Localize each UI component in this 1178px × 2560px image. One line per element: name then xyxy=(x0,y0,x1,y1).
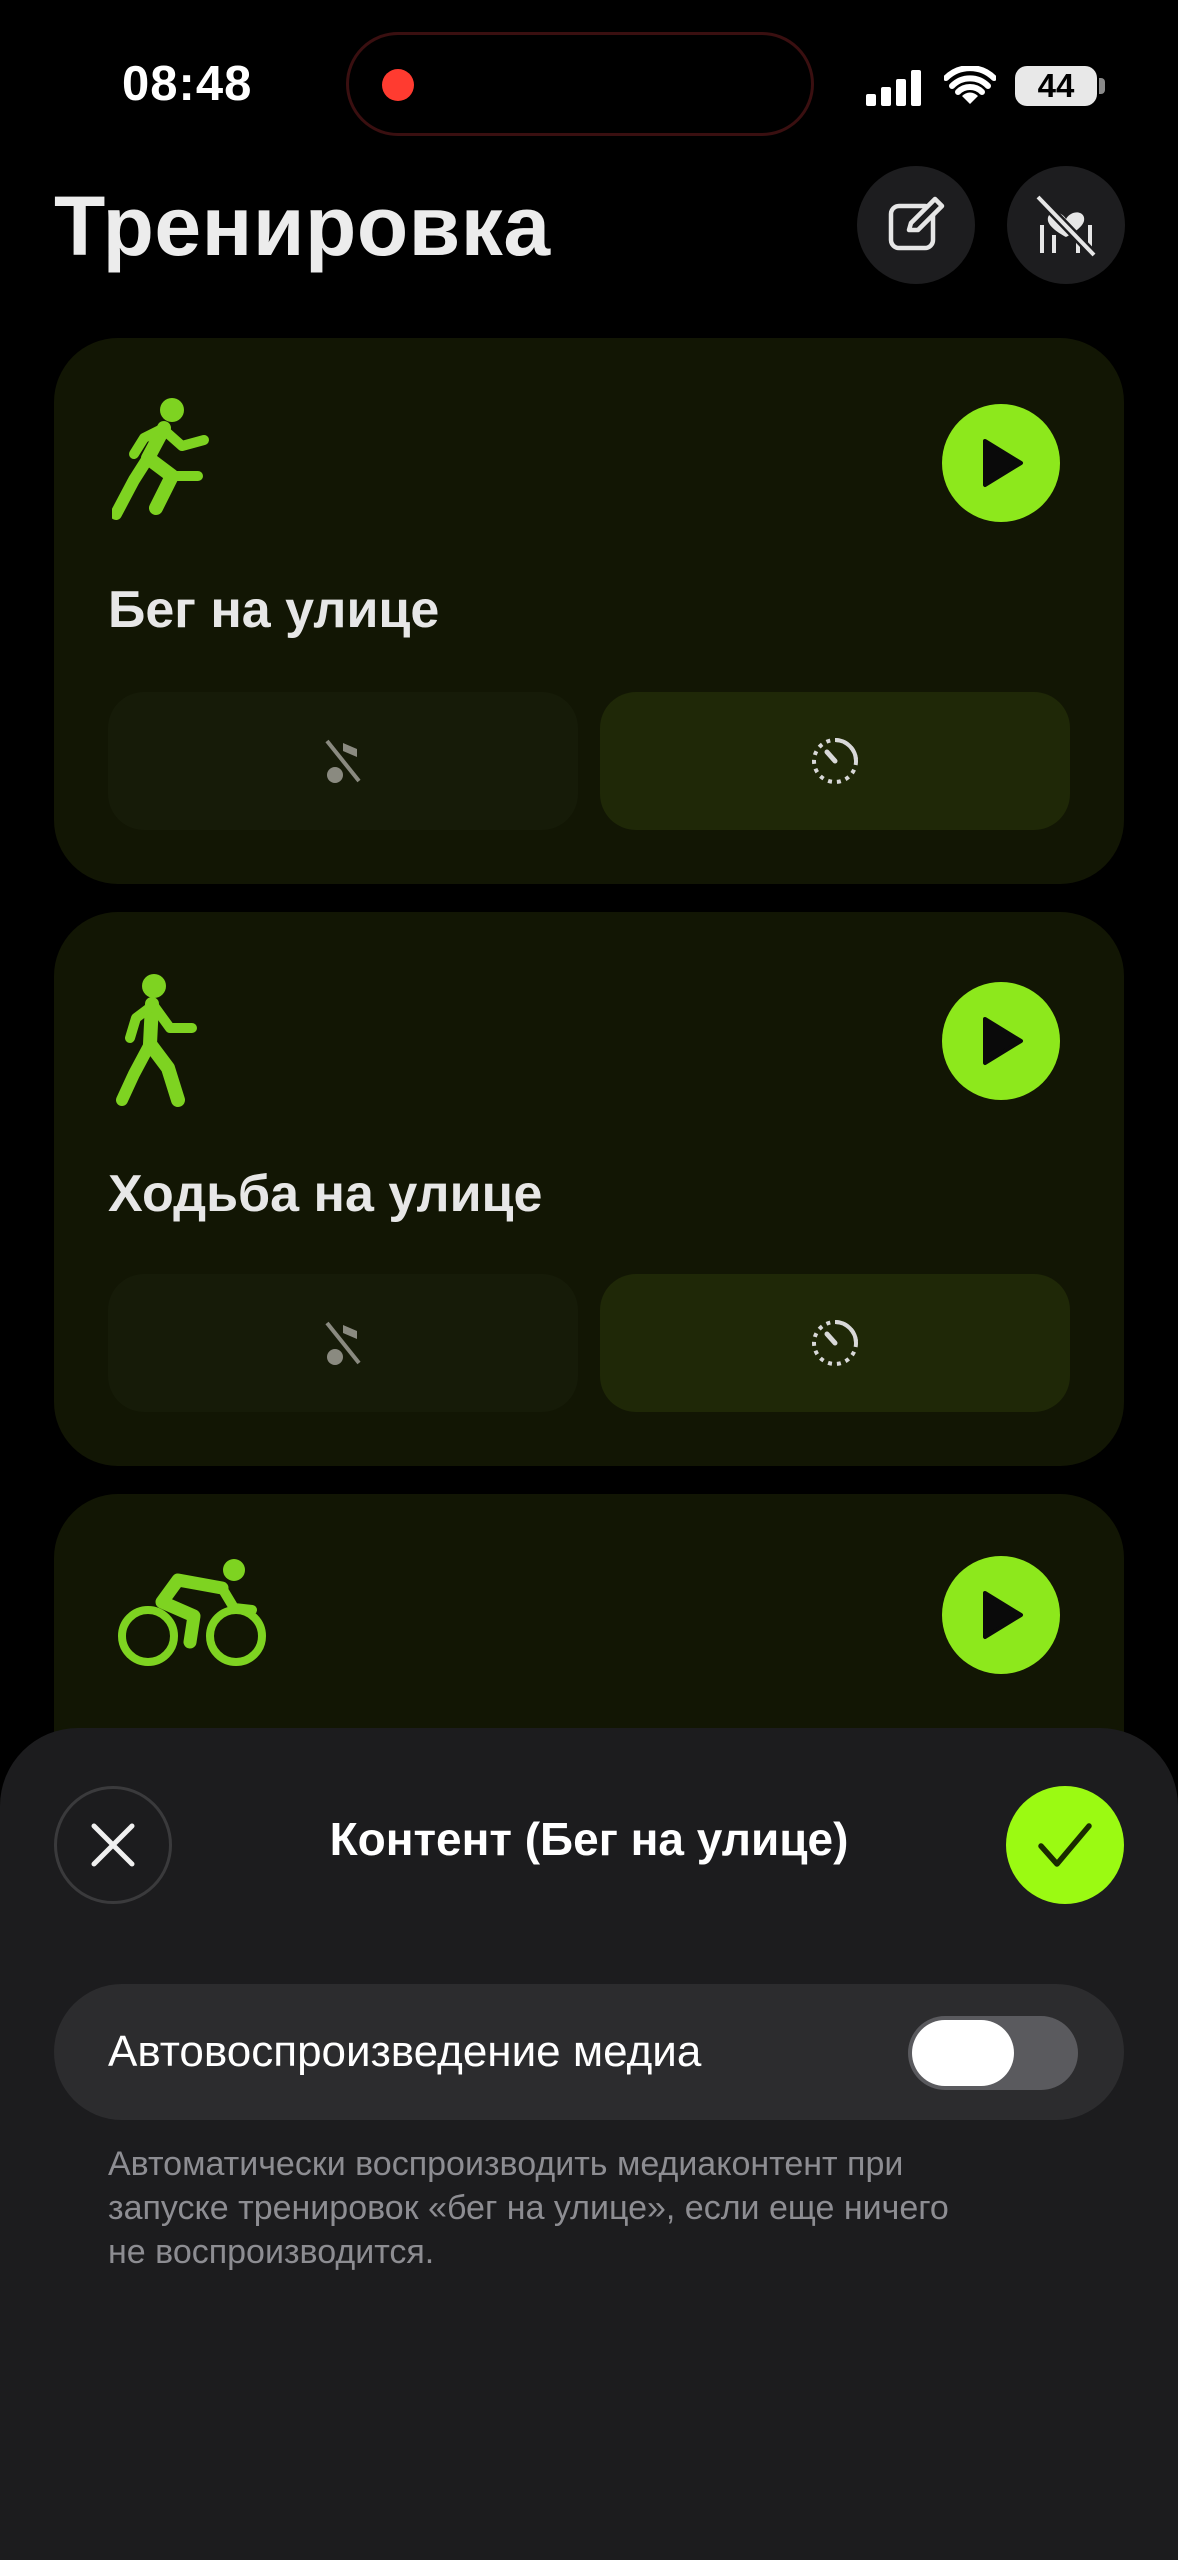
heart-rate-zones-button[interactable] xyxy=(1007,166,1125,284)
confirm-button[interactable] xyxy=(1006,1786,1124,1904)
autoplay-media-label: Автовоспроизведение медиа xyxy=(108,2027,702,2076)
battery-tip xyxy=(1099,78,1105,94)
edit-button[interactable] xyxy=(857,166,975,284)
play-icon xyxy=(983,1591,1023,1639)
sheet-title: Контент (Бег на улице) xyxy=(329,1813,849,1865)
cellular-signal-icon xyxy=(866,70,921,106)
running-figure-icon xyxy=(112,398,209,520)
autoplay-media-toggle[interactable] xyxy=(908,2016,1078,2090)
wifi-icon xyxy=(944,66,996,104)
close-icon xyxy=(91,1823,135,1867)
close-button[interactable] xyxy=(54,1786,172,1904)
status-time: 08:48 xyxy=(122,57,253,111)
start-workout-button[interactable] xyxy=(942,982,1060,1100)
cycling-figure-icon xyxy=(118,1559,266,1666)
dynamic-island xyxy=(346,32,814,136)
workout-title: Бег на улице xyxy=(108,581,440,639)
battery-indicator: 44 xyxy=(1015,66,1097,106)
music-note-off-icon xyxy=(325,1321,361,1365)
media-button[interactable] xyxy=(108,1274,578,1412)
autoplay-media-row[interactable]: Автовоспроизведение медиа xyxy=(54,1984,1124,2120)
music-note-off-icon xyxy=(325,739,361,783)
toggle-knob xyxy=(912,2020,1014,2086)
timer-icon xyxy=(812,738,858,784)
workout-title: Ходьба на улице xyxy=(108,1165,543,1223)
timer-icon xyxy=(812,1320,858,1366)
edit-icon xyxy=(888,196,945,251)
start-workout-button[interactable] xyxy=(942,404,1060,522)
play-icon xyxy=(983,439,1023,487)
workout-card-outdoor-walk[interactable]: Ходьба на улице xyxy=(54,912,1124,1466)
media-button[interactable] xyxy=(108,692,578,830)
walking-figure-icon xyxy=(116,974,197,1107)
timer-button[interactable] xyxy=(600,1274,1070,1412)
workout-card-outdoor-run[interactable]: Бег на улице xyxy=(54,338,1124,884)
play-icon xyxy=(983,1017,1023,1065)
recording-indicator-icon xyxy=(382,69,414,101)
page-title: Тренировка xyxy=(54,179,551,273)
checkmark-icon xyxy=(1038,1823,1092,1867)
start-workout-button[interactable] xyxy=(942,1556,1060,1674)
autoplay-description: Автоматически воспроизводить медиаконтен… xyxy=(108,2145,949,2271)
timer-button[interactable] xyxy=(600,692,1070,830)
heart-chart-icon xyxy=(1034,193,1098,259)
